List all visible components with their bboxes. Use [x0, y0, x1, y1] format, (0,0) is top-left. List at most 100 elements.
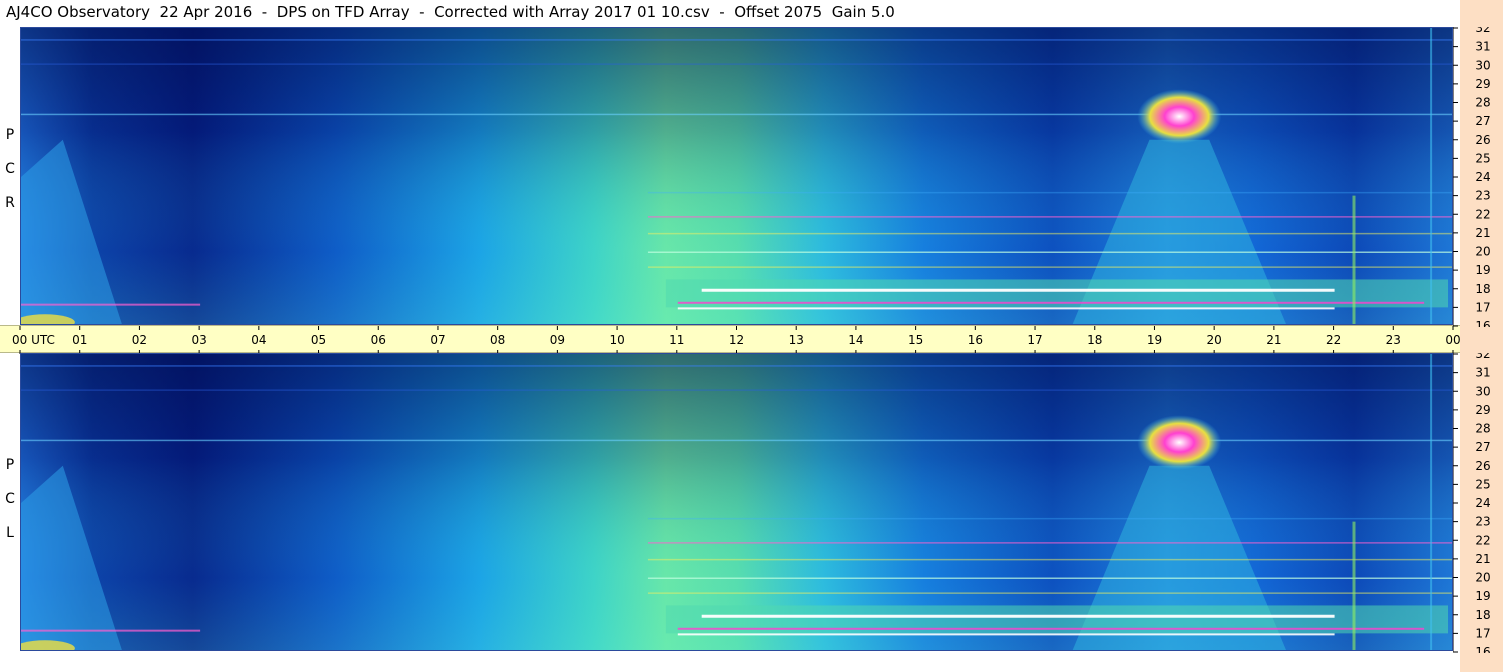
rcp-label-letter: C: [5, 161, 15, 177]
frequency-tick-label: 32: [1475, 27, 1490, 35]
time-tick-label: 12: [729, 333, 744, 347]
rcp-spectrogram-panel: [20, 27, 1453, 325]
frequency-tick-label: 19: [1475, 263, 1490, 277]
lcp-label-letter: L: [6, 525, 14, 541]
rfi-strong-line: [701, 614, 1335, 618]
time-tick-label: 22: [1326, 333, 1341, 347]
rfi-strong-line: [21, 629, 201, 632]
frequency-tick-label: 23: [1475, 515, 1490, 529]
rfi-line: [21, 63, 1452, 65]
time-tick-label: 13: [789, 333, 804, 347]
rfi-line: [647, 216, 1452, 218]
time-tick-label: 03: [191, 333, 206, 347]
rfi-line: [21, 113, 1452, 116]
frequency-tick-label: 32: [1475, 353, 1490, 361]
frequency-tick-label: 31: [1475, 366, 1490, 380]
time-tick-label: 19: [1147, 333, 1162, 347]
rfi-line: [647, 517, 1452, 520]
frequency-tick-label: 27: [1475, 114, 1490, 128]
time-tick-label: 04: [251, 333, 266, 347]
rfi-line: [647, 232, 1452, 235]
frequency-tick-label: 29: [1475, 77, 1490, 91]
frequency-tick-label: 29: [1475, 403, 1490, 417]
rfi-line: [647, 191, 1452, 194]
time-tick-label: 06: [371, 333, 386, 347]
lcp-spectrogram-panel: [20, 353, 1453, 651]
rfi-strong-line: [21, 303, 201, 306]
time-tick-label: 10: [609, 333, 624, 347]
vertical-artifact: [1352, 195, 1356, 324]
lcp-spectrogram: [21, 354, 1452, 650]
vertical-artifact: [1352, 521, 1356, 650]
frequency-tick-label: 21: [1475, 552, 1490, 566]
frequency-tick-label: 24: [1475, 496, 1490, 510]
rfi-line: [21, 39, 1452, 41]
frequency-tick-label: 26: [1475, 133, 1490, 147]
lcp-frequency-axis: 16 17 18 19 20 21 22 23 24 25 26 27 28 29 30 31 32: [1453, 353, 1491, 653]
frequency-tick-label: 16: [1475, 319, 1490, 327]
chart-title: AJ4CO Observatory 22 Apr 2016 - DPS on T…: [6, 3, 895, 21]
rfi-line: [21, 389, 1452, 391]
rfi-line: [647, 542, 1452, 544]
solar-burst: [1137, 415, 1222, 470]
time-tick-label: 02: [132, 333, 147, 347]
rcp-label-letter: R: [5, 195, 15, 211]
frequency-tick-label: 28: [1475, 96, 1490, 110]
time-tick-label: 14: [848, 333, 863, 347]
frequency-tick-label: 20: [1475, 571, 1490, 585]
rfi-line: [647, 266, 1452, 268]
rfi-strong-line: [677, 301, 1425, 304]
frequency-tick-label: 18: [1475, 282, 1490, 296]
lcp-label-letter: P: [5, 457, 15, 473]
frequency-tick-label: 21: [1475, 226, 1490, 240]
lcp-label-letter: C: [5, 491, 15, 507]
rfi-line: [21, 439, 1452, 442]
frequency-tick-label: 24: [1475, 170, 1490, 184]
time-tick-label: 01: [72, 333, 87, 347]
rfi-line: [21, 365, 1452, 367]
time-tick-label: 00: [1445, 333, 1460, 347]
time-tick-label: 08: [490, 333, 505, 347]
time-tick-label: 20: [1207, 333, 1222, 347]
time-tick-label: 16: [968, 333, 983, 347]
frequency-tick-label: 28: [1475, 422, 1490, 436]
time-tick-label: 05: [311, 333, 326, 347]
frequency-tick-label: 30: [1475, 384, 1490, 398]
lcp-polarization-label: P C L: [0, 448, 20, 550]
frequency-tick-label: 26: [1475, 459, 1490, 473]
time-tick-label: 21: [1266, 333, 1281, 347]
vertical-artifact: [1430, 354, 1433, 650]
time-tick-label: 15: [908, 333, 923, 347]
rfi-strong-line: [677, 633, 1335, 636]
rcp-polarization-label: P C R: [0, 118, 20, 220]
vertical-artifact: [1430, 28, 1433, 324]
utc-time-axis-svg: 00 UTC 01 02 03 04 05 06 07 08 09 10 11 12 13 14 15 16 17…: [12, 326, 1460, 354]
frequency-tick-label: 19: [1475, 589, 1490, 603]
frequency-tick-label: 27: [1475, 440, 1490, 454]
frequency-tick-label: 17: [1475, 300, 1490, 314]
rcp-label-letter: P: [5, 127, 15, 143]
time-tick-label: 23: [1386, 333, 1401, 347]
rfi-strong-line: [701, 288, 1335, 292]
utc-time-axis: 00 UTC 01 02 03 04 05 06 07 08 09 10 11 12 13 14 15 16 17…: [0, 325, 1460, 354]
frequency-tick-label: 31: [1475, 40, 1490, 54]
solar-burst: [1137, 89, 1222, 144]
frequency-tick-label: 22: [1475, 207, 1490, 221]
frequency-tick-label: 25: [1475, 477, 1490, 491]
frequency-tick-label: 25: [1475, 151, 1490, 165]
frequency-tick-label: 18: [1475, 608, 1490, 622]
rfi-line: [647, 577, 1452, 579]
rfi-line: [647, 558, 1452, 561]
frequency-tick-label: 17: [1475, 626, 1490, 640]
rfi-strong-line: [677, 627, 1425, 630]
rfi-line: [647, 251, 1452, 253]
rfi-line: [647, 592, 1452, 594]
time-tick-label: 09: [550, 333, 565, 347]
frequency-tick-label: 23: [1475, 189, 1490, 203]
frequency-tick-label: 16: [1475, 645, 1490, 653]
frequency-tick-label: 20: [1475, 245, 1490, 259]
time-tick-label: 00 UTC: [12, 333, 55, 347]
rfi-strong-line: [677, 307, 1335, 310]
time-tick-label: 07: [430, 333, 445, 347]
rcp-frequency-axis: 16 17 18 19 20 21 22 23 24 25 26 27 28 29 30 31 32: [1453, 27, 1491, 327]
